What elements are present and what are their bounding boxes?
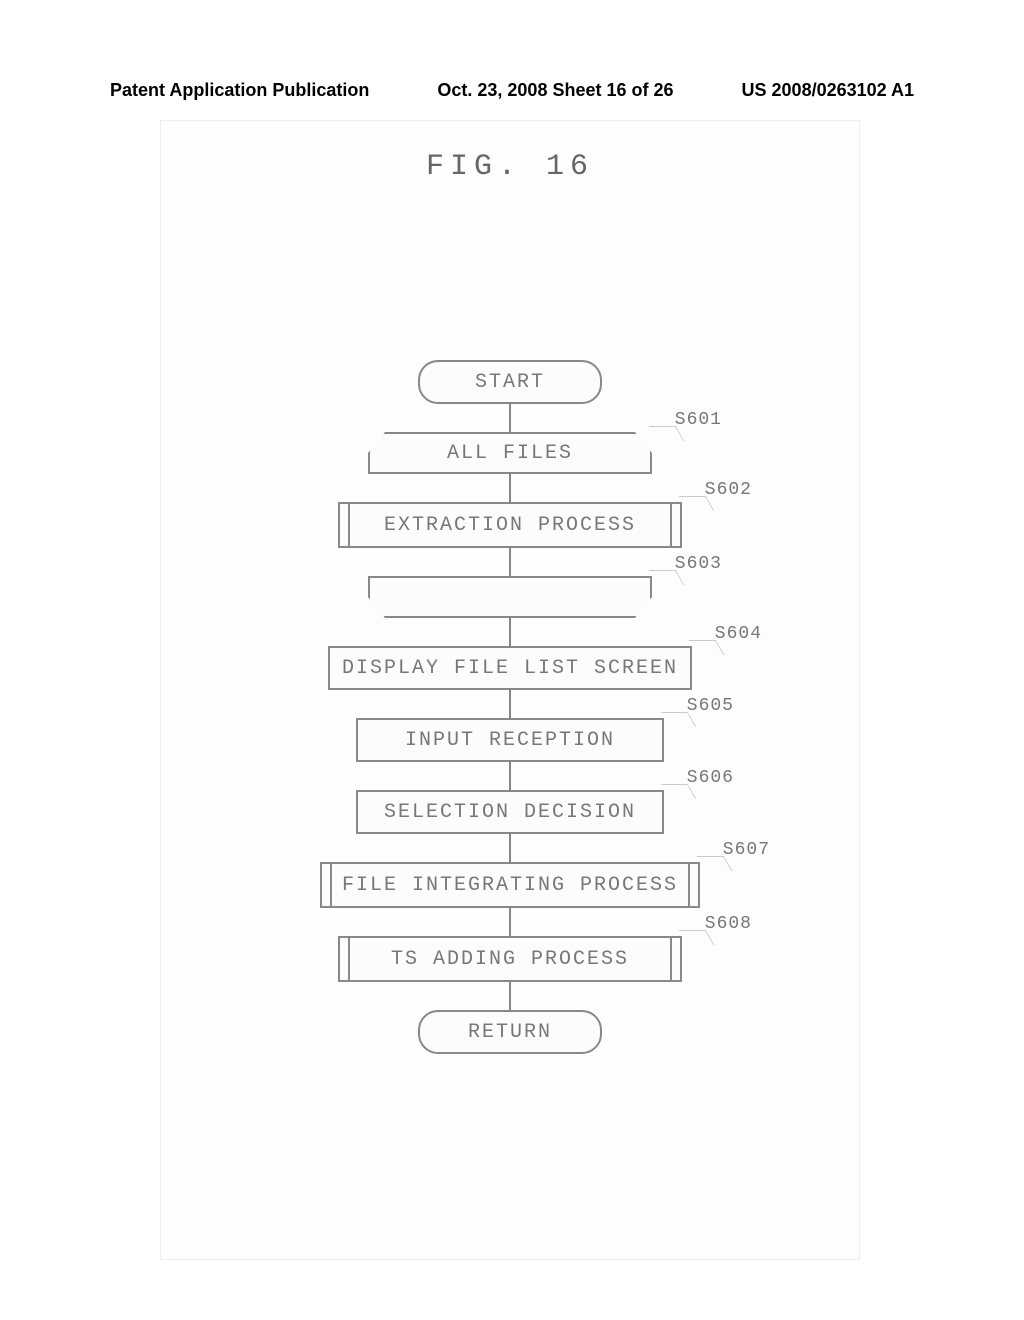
connector: [509, 404, 511, 432]
step-id-label: S607: [723, 840, 770, 860]
step-s606: S606 SELECTION DECISION: [356, 790, 664, 834]
header-left: Patent Application Publication: [110, 80, 369, 101]
step-text: ALL FILES: [447, 442, 573, 465]
connector: [509, 834, 511, 862]
step-id-label: S603: [675, 554, 722, 574]
end-terminator: RETURN: [418, 1010, 602, 1054]
step-id-label: S605: [687, 696, 734, 716]
predefined-shape: TS ADDING PROCESS: [338, 936, 682, 982]
figure-area: FIG. 16 START S601 ALL FILES S602 EXTRAC…: [160, 120, 860, 1260]
connector: [509, 548, 511, 576]
process-shape: INPUT RECEPTION: [356, 718, 664, 762]
step-s602: S602 EXTRACTION PROCESS: [338, 502, 682, 548]
step-s608: S608 TS ADDING PROCESS: [338, 936, 682, 982]
manual-shape: ALL FILES: [368, 432, 652, 474]
step-s603: S603: [368, 576, 652, 618]
step-id-label: S608: [705, 914, 752, 934]
manual-end-shape: [368, 576, 652, 618]
header-right: US 2008/0263102 A1: [742, 80, 914, 101]
connector: [509, 982, 511, 1010]
step-text: TS ADDING PROCESS: [391, 948, 629, 971]
process-shape: SELECTION DECISION: [356, 790, 664, 834]
step-id-label: S604: [715, 624, 762, 644]
flowchart: START S601 ALL FILES S602 EXTRACTION PRO…: [160, 360, 860, 1054]
step-id-label: S601: [675, 410, 722, 430]
start-label: START: [475, 371, 545, 394]
predefined-shape: FILE INTEGRATING PROCESS: [320, 862, 700, 908]
header-middle: Oct. 23, 2008 Sheet 16 of 26: [437, 80, 673, 101]
page-header: Patent Application Publication Oct. 23, …: [110, 80, 914, 101]
step-id-label: S602: [705, 480, 752, 500]
step-s607: S607 FILE INTEGRATING PROCESS: [320, 862, 700, 908]
step-id-label: S606: [687, 768, 734, 788]
step-text: EXTRACTION PROCESS: [384, 514, 636, 537]
predefined-shape: EXTRACTION PROCESS: [338, 502, 682, 548]
step-text: SELECTION DECISION: [384, 801, 636, 824]
connector: [509, 618, 511, 646]
process-shape: DISPLAY FILE LIST SCREEN: [328, 646, 692, 690]
step-s601: S601 ALL FILES: [368, 432, 652, 474]
step-s604: S604 DISPLAY FILE LIST SCREEN: [328, 646, 692, 690]
step-text: FILE INTEGRATING PROCESS: [342, 874, 678, 897]
connector: [509, 908, 511, 936]
figure-title: FIG. 16: [160, 150, 860, 184]
end-label: RETURN: [468, 1021, 552, 1044]
step-text: DISPLAY FILE LIST SCREEN: [342, 657, 678, 680]
connector: [509, 474, 511, 502]
connector: [509, 690, 511, 718]
step-s605: S605 INPUT RECEPTION: [356, 718, 664, 762]
step-text: INPUT RECEPTION: [405, 729, 615, 752]
start-terminator: START: [418, 360, 602, 404]
connector: [509, 762, 511, 790]
